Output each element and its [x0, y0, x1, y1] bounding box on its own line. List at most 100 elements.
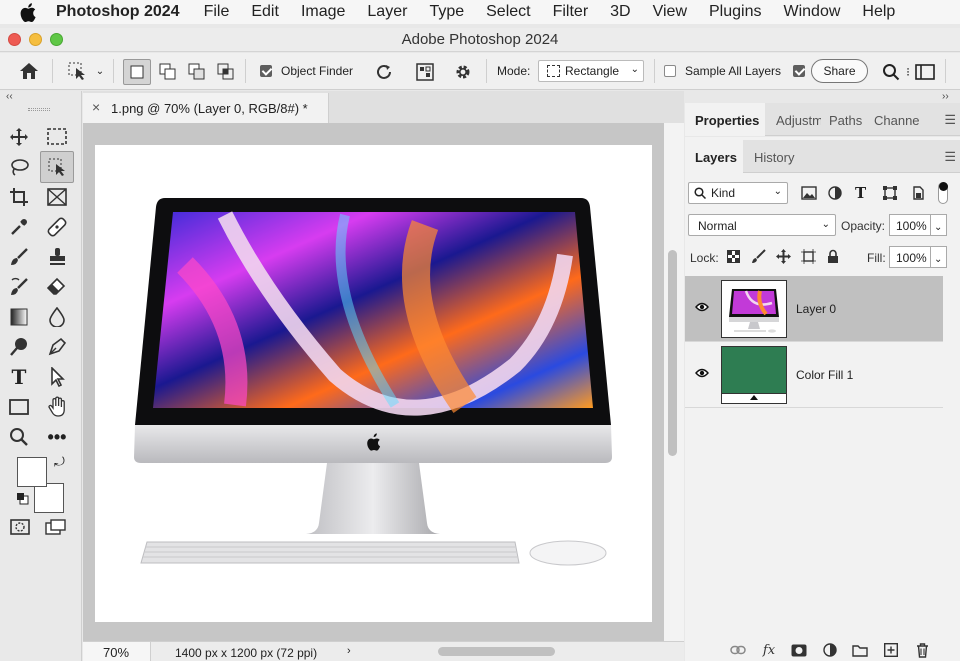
menu-edit[interactable]: Edit — [251, 3, 279, 21]
more-tools-icon[interactable]: ••• — [42, 423, 72, 451]
menu-help[interactable]: Help — [862, 3, 895, 21]
menu-window[interactable]: Window — [783, 3, 840, 21]
filter-shape-layer-icon[interactable] — [883, 186, 897, 200]
move-tool-icon[interactable] — [4, 123, 34, 151]
panel-menu-icon[interactable]: ☰ — [944, 112, 956, 128]
tool-preset-chevron-icon[interactable]: ⌄ — [93, 65, 107, 77]
menu-view[interactable]: View — [653, 3, 687, 21]
delete-layer-trash-icon[interactable] — [912, 641, 932, 659]
tab-history[interactable]: History — [744, 140, 806, 173]
background-color-swatch[interactable] — [34, 483, 64, 513]
rectangle-tool-icon[interactable] — [4, 393, 34, 421]
expand-panels-icon[interactable]: ›› — [942, 91, 949, 102]
lock-image-pixels-icon[interactable] — [751, 249, 766, 264]
menu-3d[interactable]: 3D — [610, 3, 630, 21]
filter-toggle-switch[interactable] — [938, 182, 948, 204]
tab-layers[interactable]: Layers — [685, 140, 743, 173]
vertical-scroll-thumb[interactable] — [668, 250, 677, 456]
search-icon[interactable] — [880, 61, 902, 83]
filter-adjustment-layer-icon[interactable] — [828, 186, 842, 200]
document-tab[interactable]: × 1.png @ 70% (Layer 0, RGB/8#) * — [83, 93, 329, 123]
home-icon[interactable] — [18, 61, 40, 81]
marquee-tool-icon[interactable] — [42, 123, 72, 151]
pen-tool-icon[interactable] — [42, 333, 72, 361]
toolbar-grip[interactable] — [28, 108, 50, 111]
share-button[interactable]: Share — [811, 59, 868, 83]
fill-dropdown[interactable]: ⌄ — [930, 246, 947, 268]
collapse-toolbar-icon[interactable]: ‹‹ — [6, 91, 13, 102]
filter-type-layer-icon[interactable]: T — [855, 184, 866, 202]
crop-tool-icon[interactable] — [4, 183, 34, 211]
blend-mode-select[interactable]: Normal ⌄ — [688, 214, 836, 236]
link-layers-icon[interactable] — [728, 641, 748, 659]
menu-image[interactable]: Image — [301, 3, 345, 21]
opacity-dropdown[interactable]: ⌄ — [930, 214, 947, 236]
layer-filter-kind-select[interactable]: Kind ⌄ — [688, 182, 788, 204]
zoom-tool-icon[interactable] — [4, 423, 34, 451]
new-group-folder-icon[interactable] — [850, 641, 870, 659]
gradient-tool-icon[interactable] — [4, 303, 34, 331]
foreground-color-swatch[interactable] — [17, 457, 47, 487]
new-selection-icon[interactable] — [123, 59, 151, 85]
type-tool-icon[interactable]: T — [4, 363, 34, 391]
visibility-eye-icon[interactable] — [695, 302, 709, 312]
tab-adjustments[interactable]: Adjustm — [766, 103, 821, 136]
tab-properties[interactable]: Properties — [685, 103, 765, 136]
menu-plugins[interactable]: Plugins — [709, 3, 761, 21]
layers-panel-menu-icon[interactable]: ☰ — [944, 149, 956, 165]
layer-style-fx-icon[interactable]: fx — [759, 641, 779, 659]
mode-select[interactable]: Rectangle ⌄ — [538, 60, 644, 82]
visibility-eye-icon[interactable] — [695, 368, 709, 378]
swap-colors-icon[interactable]: ⤾ — [54, 454, 65, 470]
intersect-selection-icon[interactable] — [215, 61, 237, 83]
add-mask-icon[interactable] — [789, 641, 809, 659]
lock-artboard-icon[interactable] — [801, 249, 816, 264]
document-canvas[interactable] — [95, 145, 652, 622]
filter-smart-object-icon[interactable] — [911, 186, 925, 200]
zoom-level-field[interactable]: 70% — [83, 642, 151, 661]
opacity-field[interactable]: 100% — [889, 214, 931, 236]
eyedropper-tool-icon[interactable] — [4, 213, 34, 241]
blur-tool-icon[interactable] — [42, 303, 72, 331]
quick-mask-icon[interactable] — [10, 519, 30, 540]
menu-type[interactable]: Type — [429, 3, 464, 21]
color-fill-1-name[interactable]: Color Fill 1 — [796, 368, 853, 382]
default-colors-icon[interactable] — [16, 492, 29, 510]
menu-layer[interactable]: Layer — [367, 3, 407, 21]
enhance-edge-checkbox[interactable] — [793, 65, 805, 77]
screen-mode-icon[interactable] — [45, 519, 67, 540]
layer-row-color-fill-1[interactable]: Color Fill 1 — [685, 342, 943, 408]
filter-pixel-layer-icon[interactable] — [801, 186, 817, 200]
fill-field[interactable]: 100% — [889, 246, 931, 268]
workspace-dots-icon[interactable]: ⁝ — [903, 62, 913, 82]
tab-paths[interactable]: Paths — [822, 103, 866, 136]
lock-all-icon[interactable] — [827, 249, 839, 264]
object-finder-checkbox[interactable] — [260, 65, 272, 77]
sample-all-layers-checkbox[interactable] — [664, 65, 676, 77]
refresh-icon[interactable] — [373, 61, 395, 83]
lasso-tool-icon[interactable] — [4, 153, 34, 181]
horizontal-scroll-thumb[interactable] — [438, 647, 555, 656]
lock-position-icon[interactable] — [776, 249, 791, 264]
apple-icon[interactable] — [0, 2, 56, 22]
brush-tool-icon[interactable] — [4, 243, 34, 271]
status-menu-chevron-icon[interactable]: › — [347, 645, 351, 657]
object-selection-tool-button[interactable] — [40, 151, 74, 183]
new-adjustment-layer-icon[interactable] — [820, 641, 840, 659]
hand-tool-icon[interactable] — [42, 393, 72, 421]
workspace-layout-icon[interactable] — [914, 61, 936, 83]
menu-select[interactable]: Select — [486, 3, 530, 21]
frame-tool-icon[interactable] — [42, 183, 72, 211]
menu-file[interactable]: File — [204, 3, 230, 21]
layer-row-layer-0[interactable]: Layer 0 — [685, 276, 943, 342]
subtract-from-selection-icon[interactable] — [186, 61, 208, 83]
add-to-selection-icon[interactable] — [157, 61, 179, 83]
menu-filter[interactable]: Filter — [553, 3, 589, 21]
dodge-tool-icon[interactable] — [4, 333, 34, 361]
object-selection-tool-icon[interactable] — [66, 61, 88, 81]
path-selection-tool-icon[interactable] — [42, 363, 72, 391]
show-all-objects-icon[interactable] — [414, 61, 436, 83]
settings-gear-icon[interactable] — [452, 61, 474, 83]
lock-transparent-pixels-icon[interactable] — [727, 250, 740, 263]
clone-stamp-tool-icon[interactable] — [42, 243, 72, 271]
